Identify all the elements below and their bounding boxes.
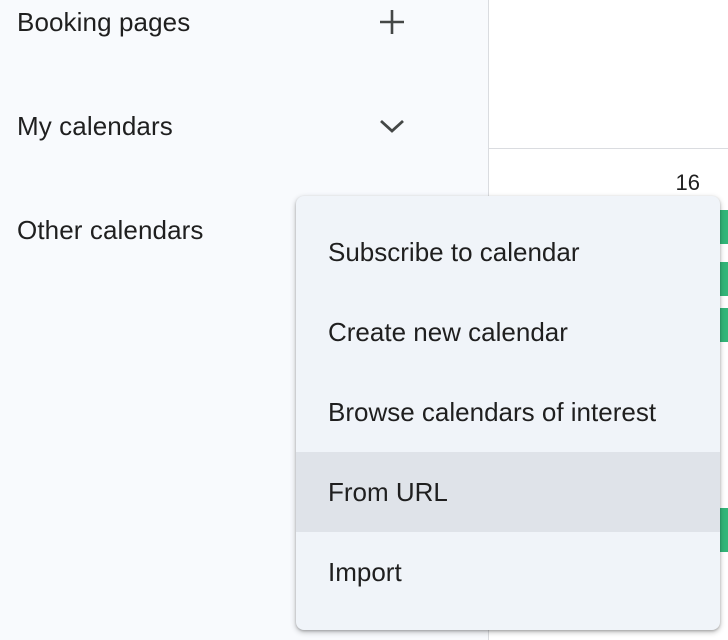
plus-icon[interactable]	[372, 2, 412, 42]
add-calendar-menu: Subscribe to calendar Create new calenda…	[296, 196, 720, 630]
day-number[interactable]: 16	[676, 170, 700, 196]
chevron-down-icon[interactable]	[372, 106, 412, 146]
menu-item-from-url[interactable]: From URL	[296, 452, 720, 532]
sidebar-my-calendars-label: My calendars	[17, 110, 173, 141]
menu-item-subscribe[interactable]: Subscribe to calendar	[296, 212, 720, 292]
grid-divider	[489, 148, 728, 149]
calendar-screen: Booking pages My calendars Other calenda…	[0, 0, 728, 640]
menu-item-browse-interest[interactable]: Browse calendars of interest	[296, 372, 720, 452]
sidebar-other-calendars-label: Other calendars	[17, 214, 204, 245]
sidebar-booking-pages-label: Booking pages	[17, 6, 191, 37]
sidebar-my-calendars[interactable]: My calendars	[0, 96, 440, 156]
sidebar-booking-pages[interactable]: Booking pages	[0, 0, 440, 52]
menu-item-create-new[interactable]: Create new calendar	[296, 292, 720, 372]
menu-item-import[interactable]: Import	[296, 532, 720, 612]
